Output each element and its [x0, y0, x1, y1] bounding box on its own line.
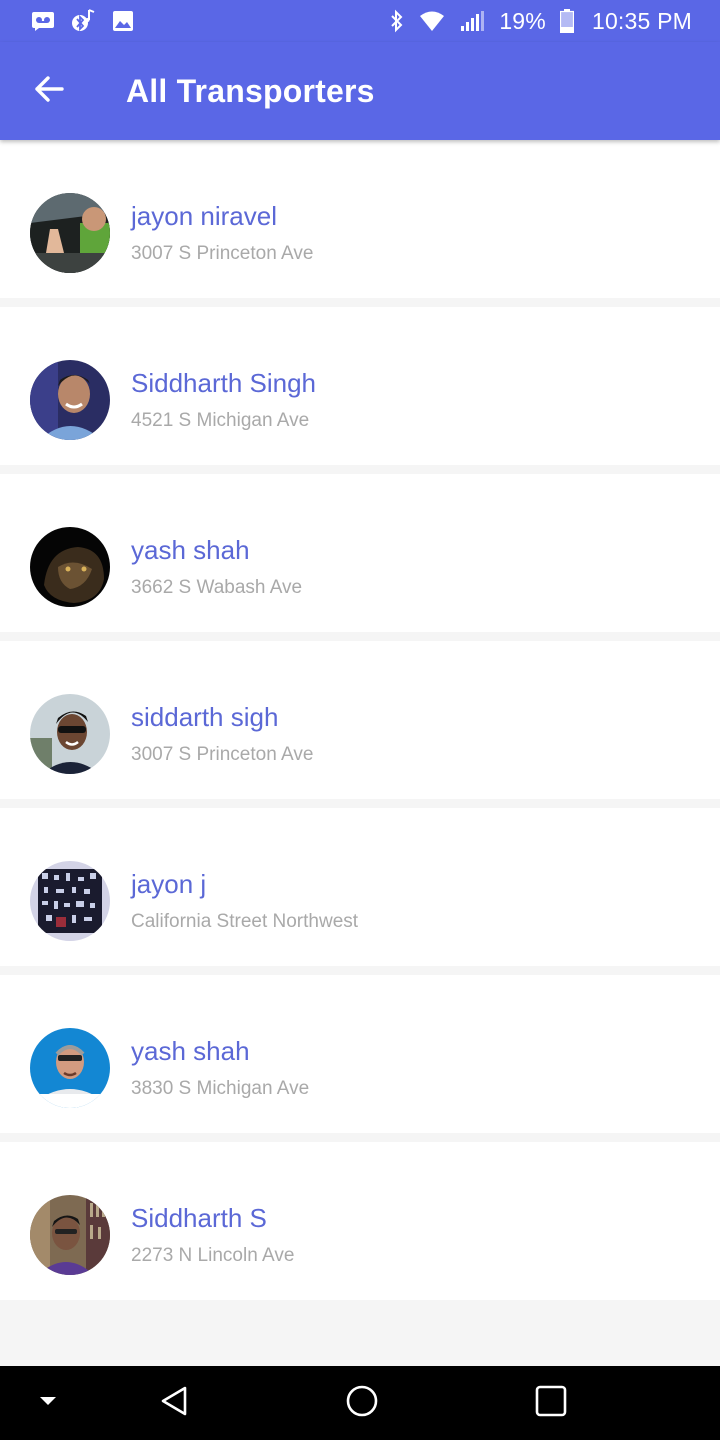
recents-square-icon — [535, 1385, 567, 1422]
battery-icon — [559, 8, 574, 34]
transporter-card[interactable]: siddarth sigh 3007 S Princeton Ave — [0, 641, 720, 799]
transporter-name: Siddharth S — [131, 1203, 267, 1233]
nav-recents-button[interactable] — [511, 1366, 591, 1440]
avatar — [30, 360, 110, 440]
avatar — [30, 861, 110, 941]
avatar — [30, 527, 110, 607]
transporter-card[interactable]: Siddharth Singh 4521 S Michigan Ave — [0, 307, 720, 465]
transporter-card[interactable]: jayon niravel 3007 S Princeton Ave — [0, 140, 720, 298]
transporter-name: yash shah — [131, 1036, 250, 1066]
page-title: All Transporters — [126, 72, 375, 109]
transporter-list: jayon niravel 3007 S Princeton Ave Siddh… — [0, 140, 720, 1309]
avatar — [30, 193, 110, 273]
image-icon — [110, 8, 136, 34]
status-left-icons — [30, 8, 136, 34]
app-bar: All Transporters — [0, 42, 720, 140]
transporter-card[interactable]: Siddharth S 2273 N Lincoln Ave — [0, 1142, 720, 1300]
hide-keyboard-button[interactable] — [8, 1366, 88, 1440]
transporter-address: 2273 N Lincoln Ave — [131, 1245, 295, 1266]
transporter-card[interactable]: yash shah 3830 S Michigan Ave — [0, 975, 720, 1133]
bluetooth-music-icon — [70, 8, 96, 34]
hide-keyboard-icon — [38, 1394, 58, 1412]
clock: 10:35 PM — [591, 7, 692, 34]
home-circle-icon — [346, 1385, 378, 1422]
transporter-name: jayon j — [131, 869, 207, 899]
transporter-address: California Street Northwest — [131, 911, 359, 932]
transporter-address: 3662 S Wabash Ave — [131, 577, 303, 598]
avatar — [30, 1195, 110, 1275]
navigation-bar — [0, 1366, 720, 1440]
avatar — [30, 694, 110, 774]
avatar — [30, 1028, 110, 1108]
nav-home-button[interactable] — [322, 1366, 402, 1440]
transporter-name: yash shah — [131, 535, 250, 565]
nav-back-button[interactable] — [134, 1366, 214, 1440]
back-button[interactable] — [19, 61, 79, 121]
arrow-left-icon — [34, 75, 64, 107]
status-right-icons: 19% 10:35 PM — [389, 8, 692, 35]
signal-icon — [459, 8, 485, 34]
transporter-card[interactable]: jayon j California Street Northwest — [0, 808, 720, 966]
transporter-name: jayon niravel — [131, 201, 277, 231]
transporter-name: Siddharth Singh — [131, 368, 317, 398]
transporter-card[interactable]: yash shah 3662 S Wabash Ave — [0, 474, 720, 632]
status-bar: 19% 10:35 PM — [0, 0, 720, 42]
transporter-address: 3007 S Princeton Ave — [131, 243, 314, 264]
back-triangle-icon — [159, 1385, 189, 1422]
transporter-name: siddarth sigh — [131, 702, 279, 732]
battery-percent: 19% — [499, 7, 546, 34]
voicemail-icon — [30, 8, 56, 34]
wifi-icon — [419, 8, 445, 34]
transporter-address: 4521 S Michigan Ave — [131, 410, 310, 431]
transporter-address: 3007 S Princeton Ave — [131, 744, 314, 765]
bluetooth-icon — [389, 8, 405, 34]
transporter-address: 3830 S Michigan Ave — [131, 1078, 310, 1099]
